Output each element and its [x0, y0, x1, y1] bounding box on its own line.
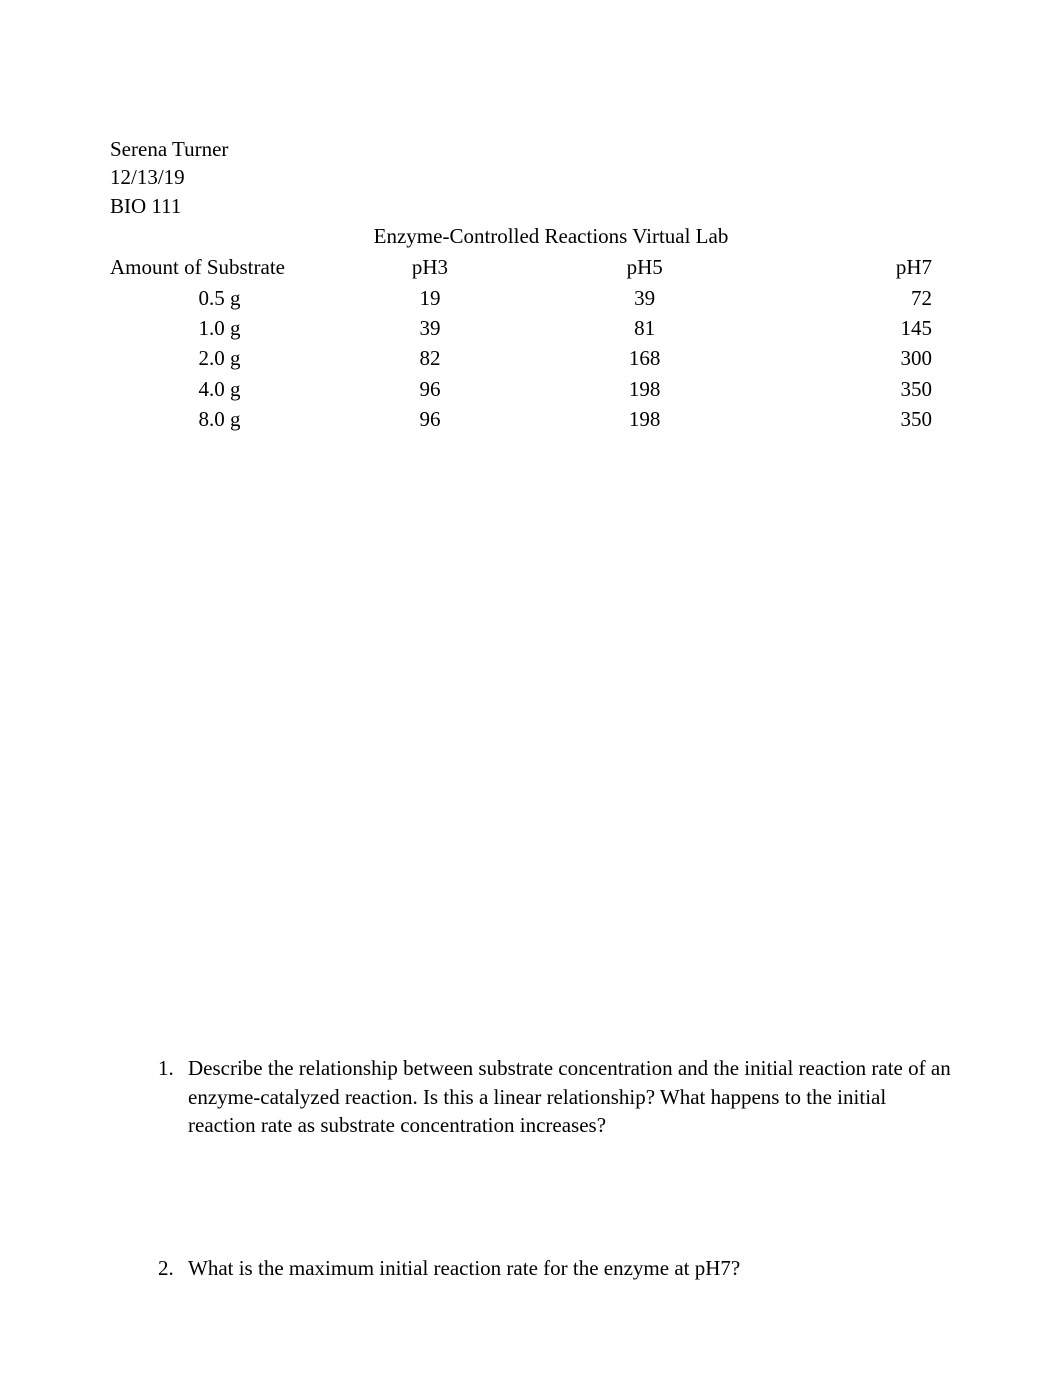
cell-ph7: 350 — [758, 374, 952, 404]
cell-ph5: 198 — [531, 404, 758, 434]
student-name: Serena Turner — [110, 135, 952, 163]
document-date: 12/13/19 — [110, 163, 952, 191]
question-number: 1. — [158, 1054, 188, 1139]
question-text: What is the maximum initial reaction rat… — [188, 1254, 952, 1282]
cell-ph7: 145 — [758, 313, 952, 343]
question-number: 2. — [158, 1254, 188, 1282]
cell-ph3: 82 — [329, 343, 531, 373]
table-row: 2.0 g 82 168 300 — [110, 343, 952, 373]
enzyme-data-table: Amount of Substrate pH3 pH5 pH7 0.5 g 19… — [110, 252, 952, 434]
cell-substrate: 0.5 g — [110, 283, 329, 313]
question-text: Describe the relationship between substr… — [188, 1054, 952, 1139]
document-title: Enzyme-Controlled Reactions Virtual Lab — [110, 222, 952, 250]
table-row: 4.0 g 96 198 350 — [110, 374, 952, 404]
table-header-row: Amount of Substrate pH3 pH5 pH7 — [110, 252, 952, 282]
cell-substrate: 2.0 g — [110, 343, 329, 373]
cell-ph5: 168 — [531, 343, 758, 373]
column-header-ph7: pH7 — [758, 252, 952, 282]
cell-substrate: 1.0 g — [110, 313, 329, 343]
cell-ph7: 72 — [758, 283, 952, 313]
cell-ph3: 96 — [329, 374, 531, 404]
question-item: 2. What is the maximum initial reaction … — [158, 1254, 952, 1282]
table-row: 0.5 g 19 39 72 — [110, 283, 952, 313]
column-header-ph5: pH5 — [531, 252, 758, 282]
cell-ph3: 96 — [329, 404, 531, 434]
cell-ph3: 19 — [329, 283, 531, 313]
question-item: 1. Describe the relationship between sub… — [158, 1054, 952, 1139]
cell-ph5: 198 — [531, 374, 758, 404]
table-row: 8.0 g 96 198 350 — [110, 404, 952, 434]
cell-ph5: 39 — [531, 283, 758, 313]
cell-ph5: 81 — [531, 313, 758, 343]
document-header: Serena Turner 12/13/19 BIO 111 — [110, 135, 952, 220]
column-header-substrate: Amount of Substrate — [110, 252, 329, 282]
course-code: BIO 111 — [110, 192, 952, 220]
column-header-ph3: pH3 — [329, 252, 531, 282]
cell-ph7: 300 — [758, 343, 952, 373]
cell-ph3: 39 — [329, 313, 531, 343]
questions-section: 1. Describe the relationship between sub… — [110, 1054, 952, 1282]
table-row: 1.0 g 39 81 145 — [110, 313, 952, 343]
cell-ph7: 350 — [758, 404, 952, 434]
cell-substrate: 8.0 g — [110, 404, 329, 434]
cell-substrate: 4.0 g — [110, 374, 329, 404]
